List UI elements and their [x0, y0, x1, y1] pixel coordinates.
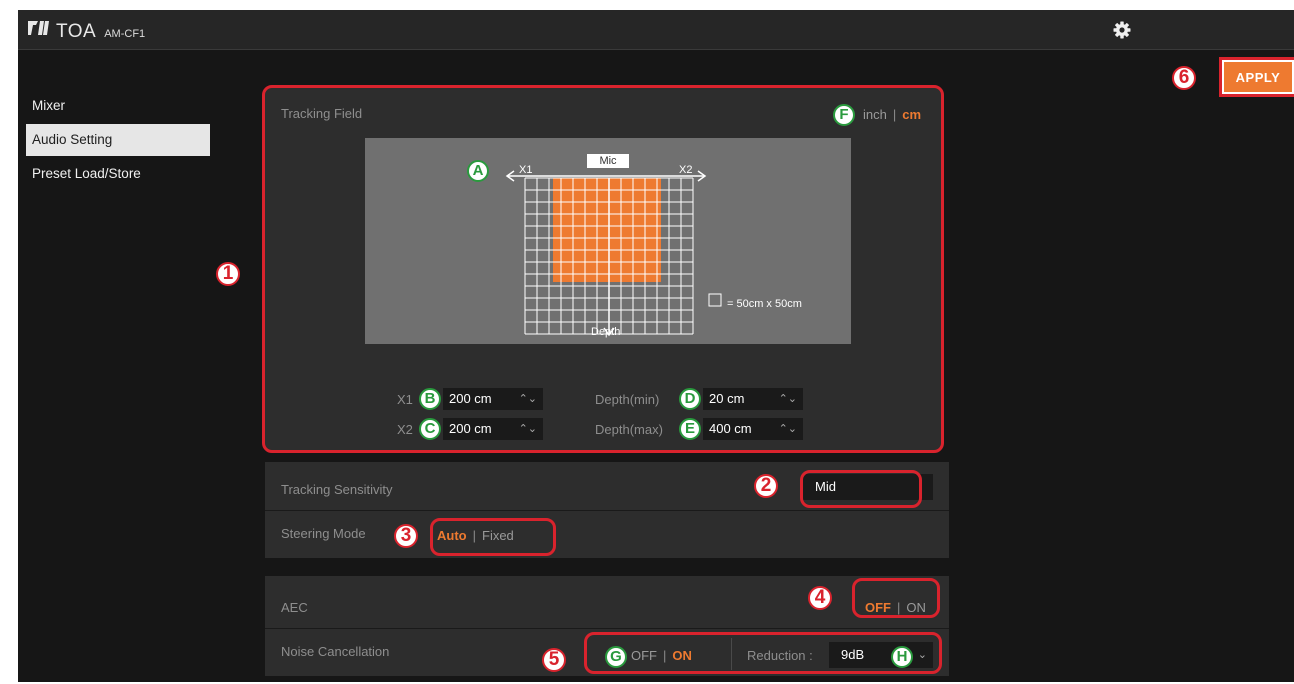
callout-frame-5	[584, 632, 942, 674]
callout-frame-2	[800, 470, 922, 508]
callout-frame-3	[430, 518, 556, 556]
top-bar: TOA AM-CF1	[18, 10, 1294, 50]
brand: TOA AM-CF1	[28, 19, 145, 43]
toa-logo-icon	[28, 21, 49, 35]
model-name: AM-CF1	[104, 28, 146, 40]
steering-mode-label: Steering Mode	[281, 526, 366, 541]
app-window: TOA AM-CF1 6 APPLY Mixer Audio Setting P…	[18, 10, 1294, 682]
sidebar: Mixer Audio Setting Preset Load/Store	[26, 90, 210, 192]
tracking-sensitivity-label: Tracking Sensitivity	[281, 482, 393, 497]
callout-1: 1	[216, 262, 240, 286]
callout-frame-1	[262, 85, 944, 453]
callout-5: 5	[542, 648, 566, 672]
sidebar-item-preset-load-store[interactable]: Preset Load/Store	[26, 158, 210, 190]
callout-3: 3	[394, 524, 418, 548]
sidebar-item-mixer[interactable]: Mixer	[26, 90, 210, 122]
apply-button[interactable]: APPLY	[1219, 57, 1294, 97]
callout-2: 2	[754, 474, 778, 498]
aec-label: AEC	[281, 600, 308, 615]
noise-cancellation-label: Noise Cancellation	[281, 644, 390, 659]
gear-icon[interactable]	[1112, 20, 1132, 40]
brand-name: TOA	[56, 21, 97, 42]
callout-6: 6	[1172, 66, 1196, 90]
callout-frame-4	[852, 578, 940, 618]
callout-4: 4	[808, 586, 832, 610]
sidebar-item-audio-setting[interactable]: Audio Setting	[26, 124, 210, 156]
